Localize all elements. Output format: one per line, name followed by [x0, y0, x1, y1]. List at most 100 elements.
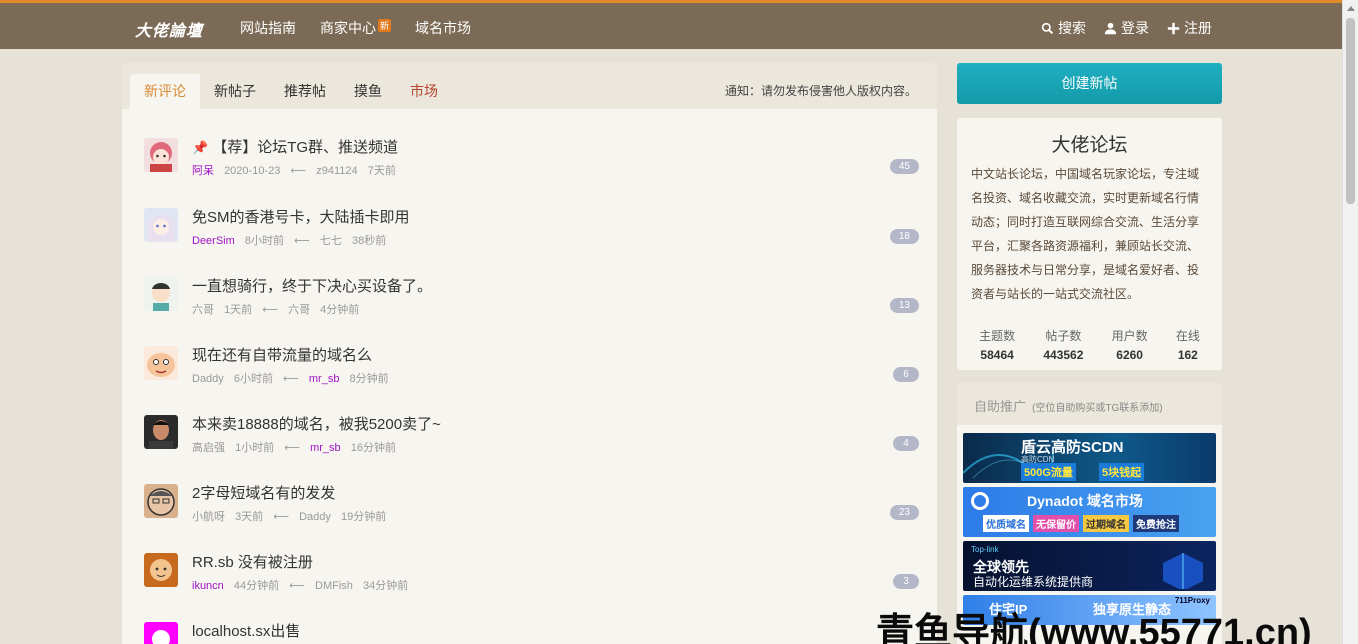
watermark-text: 青鱼导航(www.55771.cn) — [876, 612, 1312, 644]
main-panel: 新评论 新帖子 推荐帖 摸鱼 市场 通知：请勿发布侵害他人版权内容。 📌 【荐】论… — [122, 63, 937, 644]
promo-note[interactable]: (空位自助购买或TG联系添加) — [1032, 403, 1163, 414]
post-time: 2020-10-23 — [224, 165, 281, 177]
avatar[interactable] — [144, 208, 178, 242]
ad-toplink-brand: Top-link — [971, 545, 999, 554]
reply-time: 7天前 — [367, 165, 396, 177]
post-row[interactable]: 本来卖18888的域名，被我5200卖了~ 高启强 1小时前 ⟵ mr_sb 1… — [144, 413, 919, 463]
login-label: 登录 — [1121, 20, 1149, 36]
post-title[interactable]: localhost.sx出售 — [192, 620, 300, 641]
reply-arrow-icon: ⟵ — [294, 235, 310, 247]
ad-scdn-price: 5块钱起 — [1099, 463, 1145, 481]
author-link[interactable]: 阿呆 — [192, 165, 214, 177]
reply-user-link[interactable]: 七七 — [320, 235, 342, 247]
ad-banner-scdn[interactable]: 盾云高防SCDN 高防CDN 500G流量 5块钱起 — [963, 433, 1216, 483]
reply-user-link[interactable]: z941124 — [316, 165, 357, 177]
post-title[interactable]: 本来卖18888的域名，被我5200卖了~ — [192, 413, 441, 434]
forum-stats: 主题数 58464 帖子数 443562 用户数 6260 在线 162 — [957, 327, 1222, 362]
login-link[interactable]: 登录 — [1104, 18, 1149, 38]
reply-count-badge: 3 — [893, 574, 919, 589]
post-meta: 六哥 1天前 ⟵ 六哥 4分钟前 — [192, 301, 366, 317]
tab-new-posts[interactable]: 新帖子 — [200, 74, 270, 109]
search-label: 搜索 — [1058, 20, 1086, 36]
page-scrollbar[interactable] — [1342, 0, 1358, 644]
site-logo[interactable]: 大佬論壇 — [135, 17, 203, 41]
reply-time: 4分钟前 — [320, 304, 360, 316]
post-row[interactable]: 📌 【荐】论坛TG群、推送频道 阿呆 2020-10-23 ⟵ z941124 7… — [144, 136, 919, 186]
top-navbar: 大佬論壇 网站指南 商家中心新 域名市场 搜索 登录 注册 — [0, 0, 1342, 49]
reply-user-link[interactable]: mr_sb — [310, 442, 341, 454]
stat-users: 用户数 6260 — [1112, 327, 1148, 362]
post-row[interactable]: localhost.sx出售 — [144, 620, 919, 644]
post-title[interactable]: 免SM的香港号卡，大陆插卡即用 — [192, 206, 410, 227]
post-row[interactable]: RR.sb 没有被注册 ikuncn 44分钟前 ⟵ DMFish 34分钟前 … — [144, 551, 919, 601]
reply-arrow-icon: ⟵ — [262, 304, 279, 316]
ad-dynadot-title: Dynadot 域名市场 — [1027, 493, 1143, 509]
reply-user-link[interactable]: mr_sb — [309, 373, 340, 385]
reply-count-badge: 45 — [889, 159, 919, 174]
avatar[interactable] — [144, 346, 178, 380]
post-time: 1小时前 — [235, 442, 275, 454]
post-title[interactable]: 现在还有自带流量的域名么 — [192, 344, 372, 365]
reply-count-badge: 6 — [893, 367, 919, 382]
ad-banner-toplink[interactable]: Top-link 全球领先 自动化运维系统提供商 — [963, 541, 1216, 591]
post-row[interactable]: 现在还有自带流量的域名么 Daddy 6小时前 ⟵ mr_sb 8分钟前 6 — [144, 344, 919, 394]
reply-user-link[interactable]: 六哥 — [288, 304, 310, 316]
post-title[interactable]: 一直想骑行，终于下决心买设备了。 — [192, 275, 432, 296]
reply-arrow-icon: ⟵ — [284, 442, 301, 454]
register-link[interactable]: 注册 — [1167, 18, 1212, 38]
post-title[interactable]: 📌 【荐】论坛TG群、推送频道 — [192, 136, 398, 157]
avatar[interactable] — [144, 553, 178, 587]
post-title[interactable]: 2字母短域名有的发发 — [192, 482, 335, 503]
stat-value: 6260 — [1116, 348, 1143, 362]
create-post-button[interactable]: 创建新帖 — [957, 63, 1222, 104]
post-title[interactable]: RR.sb 没有被注册 — [192, 551, 313, 572]
ad-tag: 无保留价 — [1033, 515, 1079, 532]
nav-guide[interactable]: 网站指南 — [240, 18, 296, 38]
reply-user-link[interactable]: Daddy — [299, 511, 331, 523]
post-time: 44分钟前 — [233, 580, 280, 592]
nav-merchant[interactable]: 商家中心新 — [320, 18, 392, 38]
search-link[interactable]: 搜索 — [1041, 18, 1086, 38]
author-link[interactable]: 六哥 — [192, 304, 214, 316]
reply-count-badge: 13 — [889, 298, 919, 313]
author-link[interactable]: Daddy — [192, 373, 224, 385]
avatar[interactable] — [144, 622, 178, 644]
pin-icon: 📌 — [192, 140, 209, 155]
author-link[interactable]: ikuncn — [192, 580, 224, 592]
reply-user-link[interactable]: DMFish — [315, 580, 353, 592]
post-meta: DeerSim 8小时前 ⟵ 七七 38秒前 — [192, 232, 393, 248]
post-time: 6小时前 — [233, 373, 273, 385]
post-row[interactable]: 2字母短域名有的发发 小航呀 3天前 ⟵ Daddy 19分钟前 23 — [144, 482, 919, 532]
stat-online: 在线 162 — [1176, 327, 1200, 362]
author-link[interactable]: 小航呀 — [192, 511, 225, 523]
stat-label: 主题数 — [979, 329, 1016, 343]
reply-arrow-icon: ⟵ — [289, 580, 305, 592]
post-row[interactable]: 一直想骑行，终于下决心买设备了。 六哥 1天前 ⟵ 六哥 4分钟前 13 — [144, 275, 919, 325]
scrollbar-thumb[interactable] — [1346, 18, 1355, 204]
nav-domain-market[interactable]: 域名市场 — [415, 18, 471, 38]
tab-new-comments[interactable]: 新评论 — [130, 74, 200, 109]
ad-toplink-line: 自动化运维系统提供商 — [973, 575, 1094, 589]
forum-description: 中文站长论坛，中国域名玩家论坛，专注域名投资、域名收藏交流，实时更新域名行情动态… — [971, 167, 1200, 301]
post-row[interactable]: 免SM的香港号卡，大陆插卡即用 DeerSim 8小时前 ⟵ 七七 38秒前 1… — [144, 206, 919, 256]
scroll-up-arrow[interactable] — [1347, 6, 1355, 11]
ad-banner-dynadot[interactable]: Dynadot 域名市场 优质域名 无保留价 过期域名 免费抢注 — [963, 487, 1216, 537]
tab-market[interactable]: 市场 — [396, 74, 452, 109]
stat-label: 在线 — [1175, 329, 1200, 343]
reply-count-badge: 4 — [893, 436, 919, 451]
avatar[interactable] — [144, 277, 178, 311]
tab-slacking[interactable]: 摸鱼 — [340, 74, 396, 109]
reply-time: 8分钟前 — [349, 373, 389, 385]
avatar[interactable] — [144, 415, 178, 449]
avatar[interactable] — [144, 484, 178, 518]
tab-recommended[interactable]: 推荐帖 — [270, 74, 340, 109]
dynadot-logo-icon — [971, 492, 989, 510]
avatar[interactable] — [144, 138, 178, 172]
ad-tag: 免费抢注 — [1133, 515, 1179, 532]
stat-label: 用户数 — [1111, 329, 1148, 343]
stat-posts: 帖子数 443562 — [1043, 327, 1083, 362]
author-link[interactable]: 高启强 — [192, 442, 225, 454]
author-link[interactable]: DeerSim — [192, 235, 235, 247]
new-badge: 新 — [378, 19, 392, 32]
post-meta: Daddy 6小时前 ⟵ mr_sb 8分钟前 — [192, 370, 396, 386]
